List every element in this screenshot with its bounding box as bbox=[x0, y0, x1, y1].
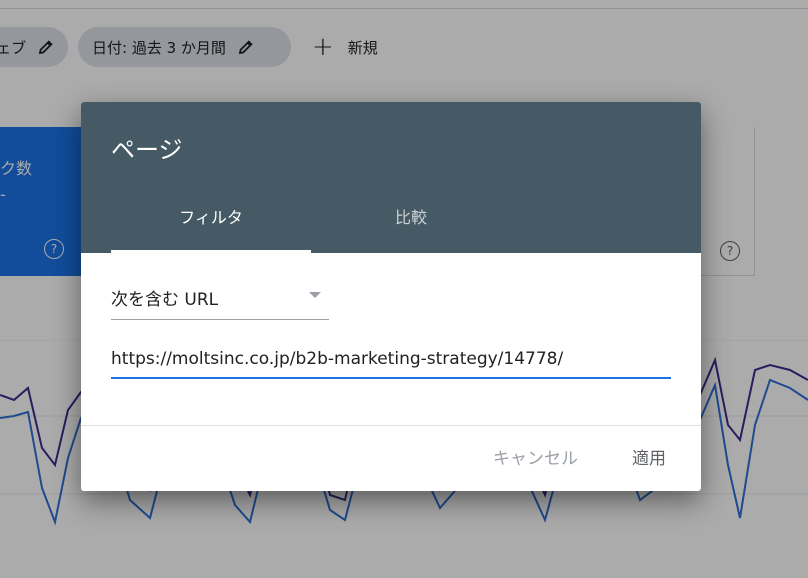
tab-compare[interactable]: 比較 bbox=[311, 204, 511, 253]
apply-button[interactable]: 適用 bbox=[632, 444, 666, 469]
url-input[interactable] bbox=[111, 349, 671, 369]
match-type-value: 次を含む URL bbox=[111, 290, 219, 310]
dialog-title: ページ bbox=[111, 136, 183, 164]
page-filter-dialog: ページ フィルタ 比較 次を含む URL キャンセル 適用 bbox=[81, 102, 701, 491]
url-input-field[interactable] bbox=[111, 345, 671, 379]
cancel-button[interactable]: キャンセル bbox=[493, 444, 578, 469]
dialog-divider bbox=[81, 425, 701, 426]
dropdown-arrow-icon bbox=[309, 292, 321, 298]
active-tab-indicator bbox=[111, 250, 311, 253]
tab-filter[interactable]: フィルタ bbox=[111, 204, 311, 253]
match-type-select[interactable]: 次を含む URL bbox=[111, 280, 329, 320]
dialog-header: ページ フィルタ 比較 bbox=[81, 102, 701, 253]
